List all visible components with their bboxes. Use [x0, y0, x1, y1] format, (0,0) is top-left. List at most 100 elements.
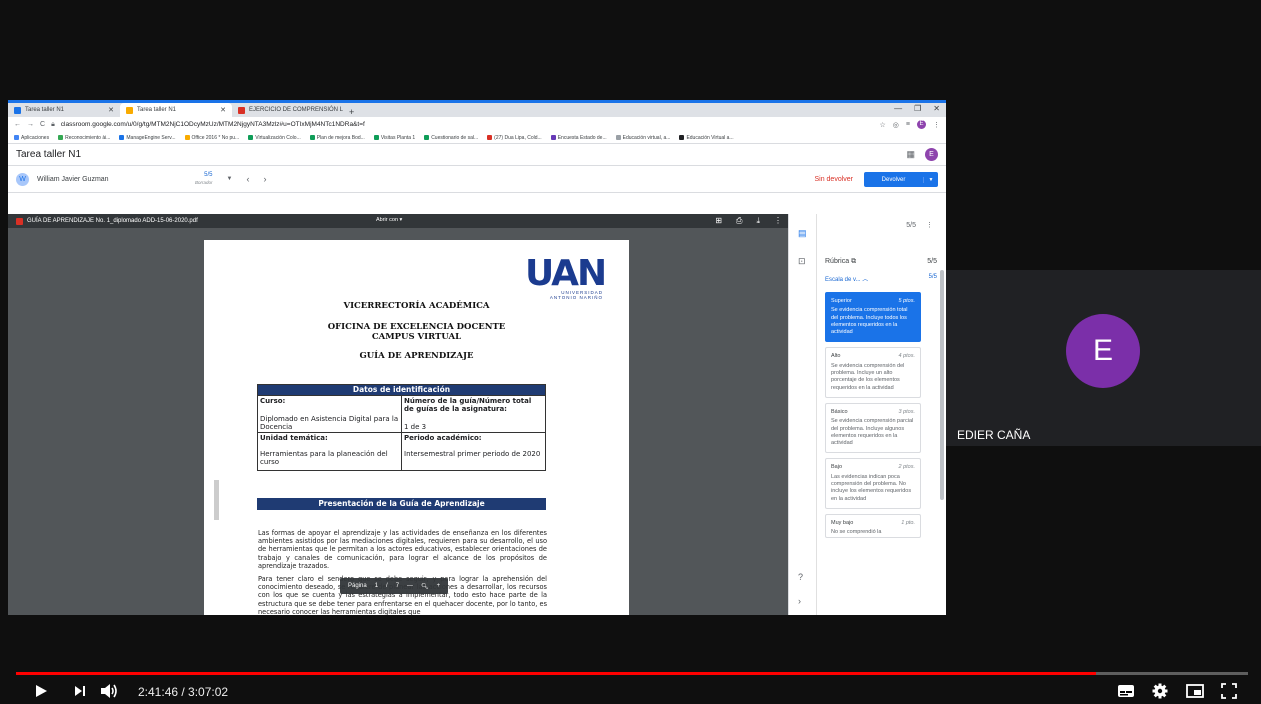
volume-icon[interactable] [100, 683, 118, 699]
page-separator: / [386, 583, 388, 589]
bookmark-item[interactable]: Reconocimiento ài... [58, 135, 110, 141]
window-controls: — ❐ ✕ [894, 104, 940, 113]
periodo-label: Periodo académico: [404, 434, 482, 442]
chevron-up-icon[interactable]: ︿ [862, 277, 868, 283]
bookmark-item[interactable]: ManageEngine Serv... [119, 135, 176, 141]
minimize-icon[interactable]: — [894, 104, 902, 113]
level-header: Muy bajo 1 pto. [831, 520, 915, 527]
reading-list-icon[interactable]: ≡ [906, 121, 910, 128]
zoom-icon[interactable]: 🔍︎ [421, 583, 429, 590]
close-icon[interactable]: ✕ [220, 106, 226, 114]
previous-student-icon[interactable]: ‹ [246, 174, 249, 184]
comment-icon[interactable]: ⊞ [715, 216, 722, 226]
bookmark-item[interactable]: Virtualización Colo... [248, 135, 301, 141]
rubric-area: 5/5 ⋮ Rúbrica ⧉ 5/5 Escala de v... ︿ 5/5 Su… [825, 214, 939, 538]
tab-label: EJERCICIO DE COMPRENSIÓN L [249, 107, 344, 113]
menu-icon[interactable]: ⋮ [933, 121, 940, 129]
bookmark-label: Aplicaciones [21, 134, 50, 141]
rubric-row[interactable]: Rúbrica ⧉ 5/5 [825, 254, 939, 270]
level-header: Bajo 2 ptos. [831, 464, 915, 471]
grading-tab-icon[interactable]: ▤ [798, 228, 807, 239]
classroom-header: Tarea taller N1 ▦ E [8, 144, 946, 166]
reload-icon[interactable]: C [40, 121, 45, 128]
criterion-row[interactable]: Escala de v... ︿ 5/5 [825, 270, 939, 287]
new-tab-button[interactable]: + [344, 107, 359, 117]
student-name[interactable]: William Javier Guzman [37, 176, 187, 183]
chevron-down-icon[interactable]: ▼ [923, 176, 938, 183]
extension-icon[interactable]: ◎ [893, 121, 899, 129]
rubric-level-1[interactable]: Superior 5 ptos. Se evidencia comprensión … [825, 292, 921, 343]
profile-avatar[interactable]: E [917, 120, 926, 129]
bookmark-item[interactable]: Educación virtual, a... [615, 135, 670, 141]
open-with-button[interactable]: Abrir con ▾ [376, 217, 402, 223]
rubric-level-5[interactable]: Muy bajo 1 pto. No se comprendió la [825, 513, 921, 538]
url-field[interactable]: classroom.google.com/u/0/g/tg/MTM2NjC1OD… [61, 121, 874, 128]
open-rubric-icon[interactable]: ⧉ [851, 258, 856, 265]
comments-tab-icon[interactable]: ⊡ [798, 256, 806, 267]
bookmark-label: (27) Dua Lipa, Cold... [494, 134, 542, 141]
grading-panel: ▤ ⊡ ? › 5/5 ⋮ Rúbrica ⧉ 5/5 Escala de v...… [788, 214, 946, 615]
close-window-icon[interactable]: ✕ [933, 104, 940, 113]
page-navigation-bar: Página 1 / 7 — 🔍︎ + [340, 578, 449, 594]
level-points: 2 ptos. [898, 464, 915, 471]
level-description: No se comprendió la [831, 529, 882, 536]
rubric-level-4[interactable]: Bajo 2 ptos. Las evidencias indican poca c… [825, 458, 921, 509]
logo-text: UAN [525, 253, 607, 294]
next-student-icon[interactable]: › [263, 174, 266, 184]
bookmark-label: Encuesta Estado de... [557, 134, 607, 141]
maximize-icon[interactable]: ❐ [914, 104, 921, 113]
bookmark-item[interactable]: (27) Dua Lipa, Cold... [487, 135, 542, 141]
bookmark-favicon-icon [248, 135, 254, 140]
scrollbar[interactable] [940, 270, 944, 500]
bookmark-favicon-icon [309, 135, 315, 140]
bookmark-item[interactable]: Visitas Planta 1 [373, 135, 415, 141]
numero-cell: Número de la guía/Número total de guías … [401, 395, 546, 433]
return-button[interactable]: Devolver ▼ [864, 172, 938, 187]
fullscreen-icon[interactable] [1221, 683, 1237, 699]
bookmark-item[interactable]: Educación Virtual a... [679, 135, 734, 141]
browser-tab-3[interactable]: EJERCICIO DE COMPRENSIÓN L✕ [232, 103, 344, 117]
more-icon[interactable]: ⋮ [926, 221, 933, 229]
dropdown-icon[interactable]: ▼ [227, 176, 233, 182]
bookmark-favicon-icon [184, 135, 190, 140]
zoom-out-icon[interactable]: — [407, 583, 413, 589]
grade-box[interactable]: 5/5 Borrador [195, 172, 213, 186]
subtitles-icon[interactable] [1117, 684, 1135, 698]
expand-icon[interactable]: › [798, 596, 801, 606]
bookmark-item[interactable]: Aplicaciones [14, 135, 49, 141]
close-icon[interactable]: ✕ [108, 106, 114, 114]
rubric-level-2[interactable]: Alto 4 ptos. Se evidencia comprensión del … [825, 347, 921, 398]
bookmark-item[interactable]: Plan de mejora Bod... [309, 135, 365, 141]
zoom-in-icon[interactable]: + [437, 583, 441, 589]
print-icon[interactable]: ⎙ [736, 216, 742, 226]
lock-icon: 🔒︎ [51, 120, 55, 128]
play-icon[interactable] [34, 684, 48, 698]
bookmark-favicon-icon [679, 135, 685, 140]
video-progress-bar[interactable] [16, 672, 1248, 675]
account-avatar[interactable]: E [925, 148, 938, 161]
rubric-top: 5/5 ⋮ [825, 214, 939, 236]
participant-avatar: E [1066, 314, 1140, 388]
rubric-level-3[interactable]: Básico 3 ptos. Se evidencia comprensión pa… [825, 402, 921, 454]
more-icon[interactable]: ⋮ [774, 216, 782, 226]
next-icon[interactable] [74, 685, 86, 697]
help-icon[interactable]: ? [798, 572, 803, 582]
miniplayer-icon[interactable] [1186, 684, 1204, 698]
forward-icon[interactable]: → [27, 121, 34, 128]
bookmark-item[interactable]: Cuestionario de sal... [424, 135, 478, 141]
star-icon[interactable]: ☆ [880, 121, 886, 129]
browser-tab-1[interactable]: Tarea taller N1 ✕ [8, 103, 120, 117]
periodo-cell: Periodo académico: Intersemestral primer … [401, 432, 546, 471]
bookmark-item[interactable]: Office 2016 * No pu... [184, 134, 240, 141]
bookmark-item[interactable]: Encuesta Estado de... [550, 134, 607, 141]
youtube-favicon-icon [238, 106, 245, 114]
browser-tab-2[interactable]: Tarea taller N1 ✕ [120, 103, 232, 117]
apps-grid-icon[interactable]: ▦ [906, 149, 915, 160]
bookmark-label: Office 2016 * No pu... [191, 134, 240, 141]
download-icon[interactable]: ⤓ [756, 216, 760, 226]
level-description: Se evidencia comprensión del problema. I… [831, 362, 905, 391]
back-icon[interactable]: ← [14, 121, 21, 128]
page-current[interactable]: 1 [375, 583, 378, 589]
settings-gear-icon[interactable] [1152, 683, 1168, 699]
heading-guia: GUÍA DE APRENDIZAJE [359, 351, 474, 361]
